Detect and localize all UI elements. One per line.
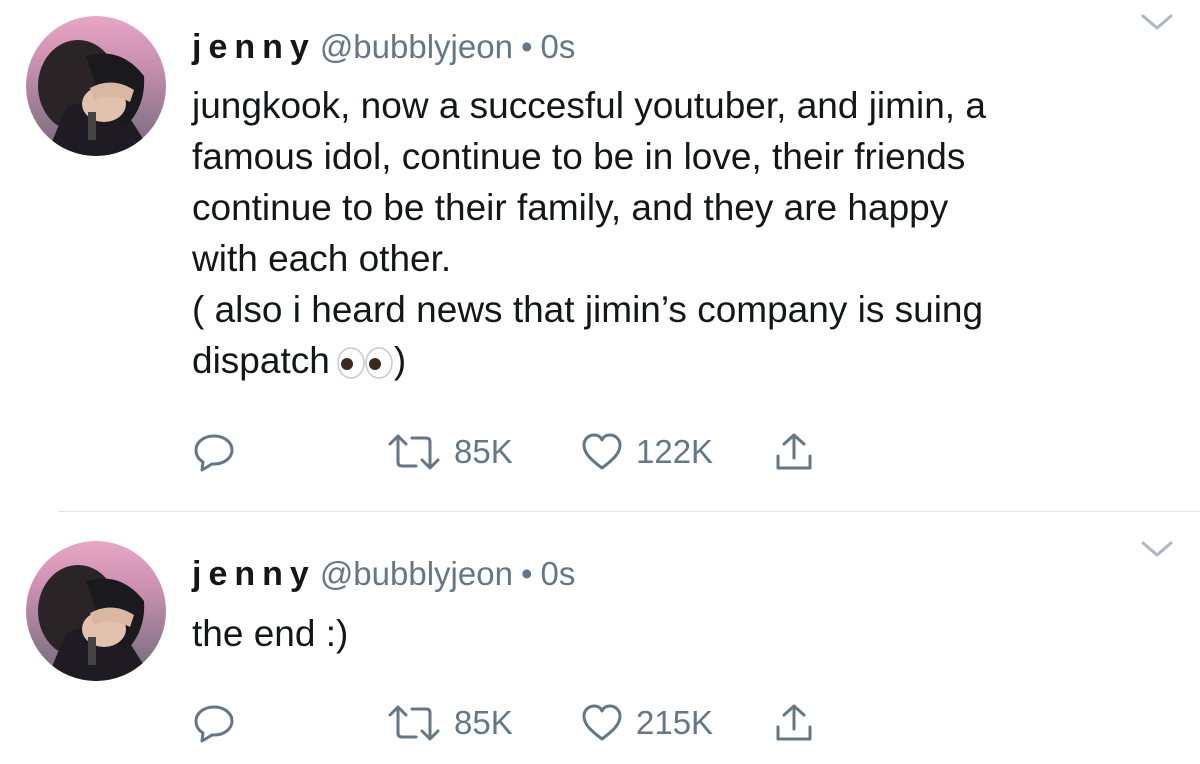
tweet-divider: [58, 511, 1200, 512]
like-count: 215K: [636, 704, 714, 741]
tweet-actions: 85K 122K: [192, 432, 892, 472]
tweet-text: the end :): [192, 608, 1152, 659]
tweet-text: jungkook, now a succesful youtuber, and …: [192, 80, 1152, 386]
chevron-down-icon[interactable]: [1140, 539, 1174, 559]
tweet-text-line: dispatch: [192, 340, 330, 381]
timestamp[interactable]: 0s: [541, 28, 576, 66]
chevron-down-icon[interactable]: [1140, 12, 1174, 32]
display-name[interactable]: jenny: [192, 555, 316, 594]
tweet-header: jenny @bubblyjeon • 0s: [192, 555, 575, 595]
tweet-text-line: continue to be their family, and they ar…: [192, 187, 949, 228]
share-icon: [776, 704, 812, 741]
user-handle[interactable]: @bubblyjeon: [320, 28, 513, 66]
tweet-text-end: ): [393, 340, 407, 381]
retweet-icon: [388, 434, 440, 470]
retweet-count: 85K: [454, 433, 513, 470]
user-handle[interactable]: @bubblyjeon: [320, 555, 513, 593]
tweet-actions: 85K 215K: [192, 703, 892, 743]
reply-icon: [194, 705, 234, 743]
timestamp[interactable]: 0s: [541, 555, 576, 593]
eyes-emoji: [336, 341, 394, 379]
heart-icon: [582, 704, 622, 741]
tweet-text-line: ( also i heard news that jimin’s company…: [192, 289, 984, 330]
retweet-button[interactable]: 85K: [386, 432, 513, 472]
tweet[interactable]: jenny @bubblyjeon • 0s jungkook, now a s…: [0, 0, 1200, 512]
tweet-header: jenny @bubblyjeon • 0s: [192, 28, 575, 68]
tweet-text-line-last: dispatch ): [192, 335, 1152, 386]
retweet-icon: [388, 705, 440, 741]
tweet-text-line: famous idol, continue to be in love, the…: [192, 136, 966, 177]
like-button[interactable]: 215K: [580, 703, 713, 743]
share-button[interactable]: [772, 703, 816, 743]
avatar[interactable]: [26, 16, 166, 156]
retweet-button[interactable]: 85K: [386, 703, 513, 743]
like-count: 122K: [636, 433, 714, 470]
tweet[interactable]: jenny @bubblyjeon • 0s the end :) 85K 21…: [0, 513, 1200, 764]
retweet-count: 85K: [454, 704, 513, 741]
separator-dot: •: [520, 555, 533, 592]
heart-icon: [582, 433, 622, 470]
reply-icon: [194, 434, 234, 472]
like-button[interactable]: 122K: [580, 432, 713, 472]
reply-button[interactable]: [192, 703, 236, 743]
share-button[interactable]: [772, 432, 816, 472]
display-name[interactable]: jenny: [192, 28, 316, 67]
tweet-text-line: jungkook, now a succesful youtuber, and …: [192, 85, 986, 126]
separator-dot: •: [520, 28, 533, 65]
tweet-text-line: the end :): [192, 613, 349, 654]
avatar[interactable]: [26, 541, 166, 681]
reply-button[interactable]: [192, 432, 236, 472]
share-icon: [776, 433, 812, 470]
tweet-text-line: with each other.: [192, 238, 452, 279]
